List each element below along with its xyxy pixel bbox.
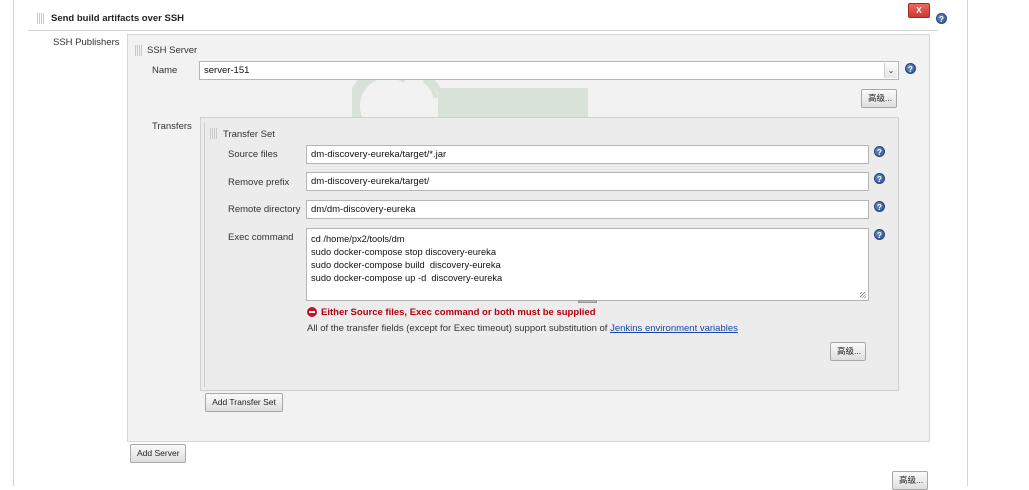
- section-divider: [28, 30, 938, 31]
- source-files-help-icon[interactable]: ?: [874, 146, 885, 157]
- exec-command-textarea[interactable]: cd /home/px2/tools/dm sudo docker-compose…: [306, 228, 869, 301]
- transfer-info-prefix: All of the transfer fields (except for E…: [307, 323, 608, 334]
- textarea-resize-handle[interactable]: [578, 300, 597, 303]
- publishers-advanced-button[interactable]: 高级...: [892, 471, 928, 490]
- exec-command-line: cd /home/px2/tools/dm: [311, 234, 405, 244]
- add-server-button[interactable]: Add Server: [130, 444, 186, 463]
- section-title: Send build artifacts over SSH: [51, 13, 185, 24]
- transfer-drag-handle-icon[interactable]: [210, 128, 217, 139]
- frame-left-border: [13, 0, 14, 486]
- ssh-publishers-label: SSH Publishers: [53, 37, 120, 48]
- remote-directory-label: Remote directory: [228, 204, 301, 215]
- exec-command-line: sudo docker-compose stop discovery-eurek…: [311, 247, 496, 257]
- server-drag-handle-icon[interactable]: [135, 45, 142, 56]
- transfer-set-left-rule: [204, 122, 205, 387]
- section-help-icon[interactable]: ?: [936, 13, 947, 24]
- exec-command-label: Exec command: [228, 232, 294, 243]
- jenkins-env-vars-link[interactable]: Jenkins environment variables: [610, 323, 738, 334]
- remove-prefix-help-icon[interactable]: ?: [874, 173, 885, 184]
- server-name-select[interactable]: server-151 ⌄: [199, 61, 899, 80]
- resize-grip-icon[interactable]: [860, 292, 866, 298]
- server-advanced-button[interactable]: 高级...: [861, 89, 897, 108]
- delete-section-button[interactable]: X: [908, 3, 930, 18]
- transfer-info-text: All of the transfer fields (except for E…: [307, 323, 738, 334]
- remote-directory-input[interactable]: dm/dm-discovery-eureka: [306, 200, 869, 219]
- source-files-input[interactable]: dm-discovery-eureka/target/*.jar: [306, 145, 869, 164]
- exec-command-line: sudo docker-compose build discovery-eure…: [311, 260, 501, 270]
- frame-right-border: [967, 0, 968, 486]
- remove-prefix-input[interactable]: dm-discovery-eureka/target/: [306, 172, 869, 191]
- remote-directory-help-icon[interactable]: ?: [874, 201, 885, 212]
- name-label: Name: [152, 65, 178, 76]
- drag-handle-icon[interactable]: [37, 13, 44, 24]
- server-name-value: server-151: [204, 65, 250, 76]
- exec-command-help-icon[interactable]: ?: [874, 229, 885, 240]
- transfer-advanced-button[interactable]: 高级...: [830, 342, 866, 361]
- transfer-set-header: Transfer Set: [223, 129, 275, 140]
- name-help-icon[interactable]: ?: [905, 63, 916, 74]
- error-message: Either Source files, Exec command or bot…: [321, 307, 596, 318]
- error-icon: [307, 307, 317, 317]
- add-transfer-set-button[interactable]: Add Transfer Set: [205, 393, 283, 412]
- exec-command-line: sudo docker-compose up -d discovery-eure…: [311, 273, 503, 283]
- ssh-server-header: SSH Server: [147, 45, 198, 56]
- chevron-down-icon[interactable]: ⌄: [884, 63, 897, 78]
- remove-prefix-label: Remove prefix: [228, 177, 290, 188]
- transfers-label: Transfers: [152, 121, 192, 132]
- source-files-label: Source files: [228, 149, 278, 160]
